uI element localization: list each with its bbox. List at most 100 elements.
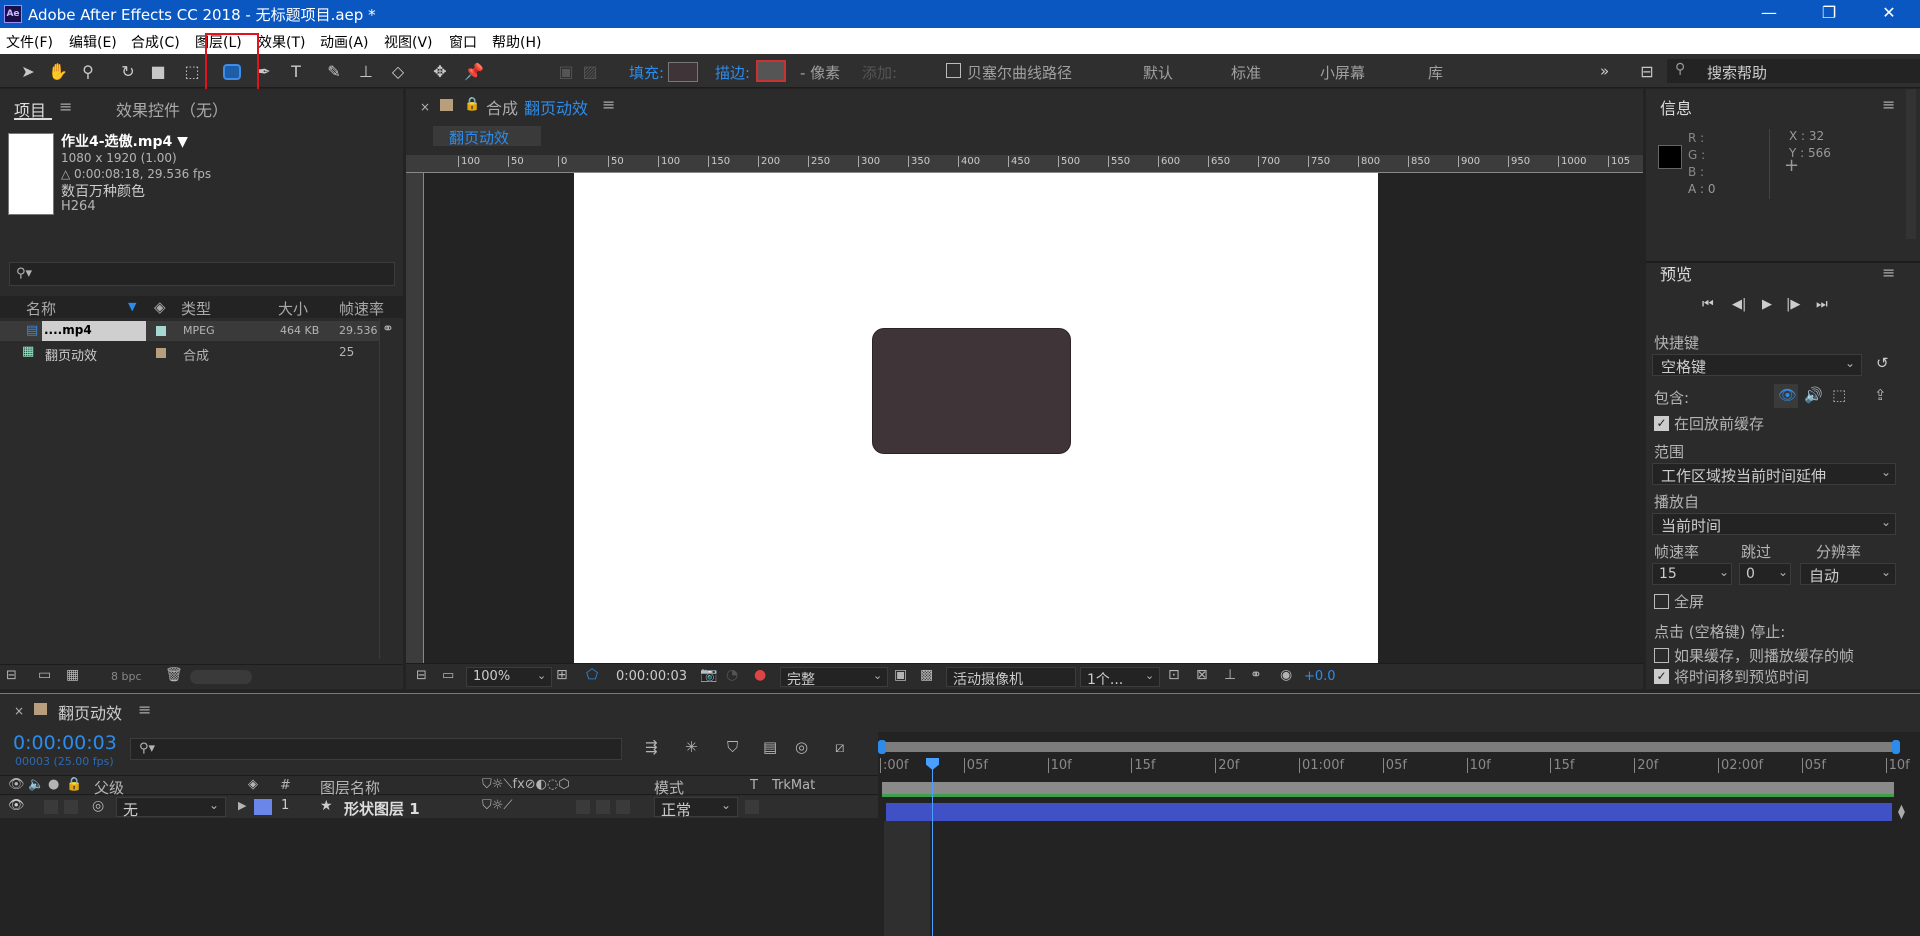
rounded-rectangle-shape[interactable] bbox=[872, 328, 1071, 454]
fill-label[interactable]: 填充: bbox=[629, 62, 664, 83]
col-mode[interactable]: 模式 bbox=[654, 777, 684, 798]
interpret-footage-icon[interactable]: ⊟ bbox=[6, 668, 17, 683]
clip-name[interactable]: 作业4-选傲.mp4 ▼ bbox=[61, 131, 188, 151]
workspace-standard[interactable]: 标准 bbox=[1231, 62, 1261, 83]
comp-viewer[interactable] bbox=[424, 173, 1643, 663]
work-area-navigator[interactable] bbox=[882, 742, 1894, 752]
exposure-value[interactable]: +0.0 bbox=[1304, 669, 1336, 684]
minimize-button[interactable]: — bbox=[1746, 2, 1792, 26]
flowchart-icon[interactable]: ⚭ bbox=[382, 321, 394, 337]
col-parent[interactable]: 父级 bbox=[94, 777, 124, 798]
menu-file[interactable]: 文件(F) bbox=[6, 32, 53, 52]
show-snapshot-icon[interactable]: ◔ bbox=[726, 667, 738, 683]
sync-settings-icon[interactable]: ⊟ bbox=[1632, 60, 1662, 84]
label-color-swatch[interactable] bbox=[156, 326, 166, 336]
rotate-tool-icon[interactable]: ↻ bbox=[116, 60, 140, 84]
time-graph[interactable]: :00f 05f 10f 15f 20f 01:00f 05f 10f 15f 20f 02:00f… bbox=[878, 732, 1920, 936]
col-layer-name[interactable]: 图层名称 bbox=[320, 777, 380, 798]
clone-stamp-tool-icon[interactable]: ⊥ bbox=[354, 60, 378, 84]
layer-visibility-icon[interactable]: 👁 bbox=[8, 798, 25, 813]
brush-tool-icon[interactable]: ✎ bbox=[322, 60, 346, 84]
col-name[interactable]: 名称 bbox=[26, 298, 56, 319]
play-from-select[interactable]: 当前时间 ⌄ bbox=[1652, 513, 1896, 535]
col-preserve-transparency[interactable]: T bbox=[750, 778, 758, 793]
current-timecode[interactable]: 0:00:00:03 bbox=[13, 732, 117, 754]
fps-select[interactable]: 15 ⌄ bbox=[1652, 563, 1732, 585]
col-type[interactable]: 类型 bbox=[181, 298, 211, 319]
move-time-checkbox[interactable]: ✓ bbox=[1654, 669, 1669, 684]
roto-brush-tool-icon[interactable]: ✥ bbox=[428, 60, 452, 84]
shortcut-select[interactable]: 空格键 ⌄ bbox=[1652, 354, 1862, 376]
work-area-bar[interactable] bbox=[882, 782, 1894, 794]
menu-edit[interactable]: 编辑(E) bbox=[69, 32, 117, 52]
comp-tab-name[interactable]: 翻页动效 bbox=[524, 95, 588, 119]
timeline-comp-name[interactable]: 翻页动效 bbox=[58, 700, 122, 724]
graph-editor-icon[interactable]: ⧄ bbox=[835, 738, 845, 756]
layer-label-swatch[interactable] bbox=[254, 799, 272, 815]
project-search-input[interactable]: ⚲▾ bbox=[9, 262, 395, 286]
viewer-timecode[interactable]: 0:00:00:03 bbox=[616, 669, 687, 684]
project-menu-icon[interactable]: ≡ bbox=[59, 97, 72, 116]
mask-visibility-icon[interactable]: ⬠ bbox=[586, 667, 598, 683]
parent-select[interactable]: 无 ⌄ bbox=[116, 797, 226, 819]
shy-layers-icon[interactable]: ⛉ bbox=[727, 738, 738, 756]
stroke-label[interactable]: 描边: bbox=[715, 62, 750, 83]
magnification-icon[interactable]: ⊟ bbox=[416, 668, 427, 683]
timeline-search-input[interactable]: ⚲▾ bbox=[130, 738, 622, 760]
navigator-end-handle[interactable] bbox=[1892, 740, 1900, 754]
fast-preview-icon[interactable]: ⊠ bbox=[1196, 667, 1208, 683]
expand-arrow-icon[interactable]: ▶ bbox=[238, 799, 246, 812]
camera-tool-icon[interactable]: ■ bbox=[146, 60, 170, 84]
comp-marker-icon[interactable]: ⧫ bbox=[1898, 804, 1905, 820]
label-color-swatch[interactable] bbox=[156, 348, 166, 358]
menu-effect[interactable]: 效果(T) bbox=[258, 32, 305, 52]
help-search-field[interactable]: ⚲ 搜索帮助 bbox=[1667, 59, 1920, 83]
panel-scrollbar[interactable] bbox=[1906, 89, 1916, 239]
workspace-libraries[interactable]: 库 bbox=[1428, 62, 1443, 83]
motion-blur-icon[interactable]: ◎ bbox=[795, 738, 808, 756]
comp-menu-icon[interactable]: ≡ bbox=[602, 95, 615, 114]
label-column-icon[interactable]: ◈ bbox=[154, 298, 166, 316]
menu-animation[interactable]: 动画(A) bbox=[320, 32, 369, 52]
cache-checkbox[interactable]: ✓ bbox=[1654, 416, 1669, 431]
switches-icons[interactable]: ⛉☼⟍fx⊘◐◌⬡ bbox=[482, 777, 570, 792]
comp-breadcrumb[interactable]: 翻页动效 bbox=[433, 126, 541, 147]
time-ruler[interactable]: :00f 05f 10f 15f 20f 01:00f 05f 10f 15f 20f 02:00f… bbox=[878, 756, 1920, 778]
label-column-icon[interactable]: ◈ bbox=[248, 777, 258, 792]
menu-view[interactable]: 视图(V) bbox=[384, 32, 433, 52]
include-overlays-icon[interactable]: ⬚ bbox=[1832, 386, 1846, 404]
snapshot-camera-icon[interactable]: 📷 bbox=[700, 667, 717, 683]
audio-toggle-icon[interactable]: 🔈 bbox=[28, 777, 44, 792]
menu-window[interactable]: 窗口 bbox=[449, 32, 477, 52]
export-icon[interactable]: ⇪ bbox=[1874, 386, 1887, 404]
reset-icon[interactable]: ↺ bbox=[1876, 354, 1889, 372]
fullscreen-checkbox[interactable] bbox=[1654, 594, 1669, 609]
new-folder-icon[interactable]: ▭ bbox=[38, 667, 51, 683]
table-row[interactable]: ▤ ....mp4 MPEG 464 KB 29.536 bbox=[0, 321, 380, 341]
timeline-menu-icon[interactable]: ≡ bbox=[138, 700, 151, 719]
selection-tool-icon[interactable]: ➤ bbox=[16, 60, 40, 84]
play-icon[interactable]: ▶ bbox=[1762, 297, 1772, 312]
draft-3d-icon[interactable]: ✳ bbox=[685, 738, 698, 756]
toggle-pixel-aspect-icon[interactable]: ⊡ bbox=[1168, 667, 1180, 683]
col-fps[interactable]: 帧速率 bbox=[339, 298, 384, 319]
frame-blending-icon[interactable]: ▤ bbox=[763, 738, 777, 756]
layer-duration-bar[interactable] bbox=[886, 803, 1892, 821]
stroke-swatch[interactable] bbox=[756, 60, 786, 82]
bit-depth[interactable]: 8 bpc bbox=[111, 670, 142, 683]
puppet-pin-tool-icon[interactable]: 📌 bbox=[462, 60, 486, 84]
resolution-select[interactable]: 自动 ⌄ bbox=[1800, 563, 1896, 585]
pan-behind-tool-icon[interactable]: ⬚ bbox=[180, 60, 204, 84]
fill-swatch[interactable] bbox=[668, 62, 698, 82]
transparency-grid-icon[interactable]: ▩ bbox=[920, 667, 933, 683]
next-frame-icon[interactable]: |▶ bbox=[1786, 297, 1800, 312]
eraser-tool-icon[interactable]: ◇ bbox=[386, 60, 410, 84]
preview-menu-icon[interactable]: ≡ bbox=[1882, 263, 1895, 282]
col-trkmat[interactable]: TrkMat bbox=[772, 778, 815, 793]
include-video-icon[interactable]: 👁 bbox=[1778, 386, 1797, 404]
close-tab-icon[interactable]: × bbox=[420, 100, 430, 114]
prev-frame-icon[interactable]: ◀| bbox=[1732, 297, 1746, 312]
reset-exposure-icon[interactable]: ◉ bbox=[1280, 667, 1292, 683]
close-tab-icon[interactable]: × bbox=[14, 704, 24, 718]
workspace-default[interactable]: 默认 bbox=[1143, 62, 1173, 83]
